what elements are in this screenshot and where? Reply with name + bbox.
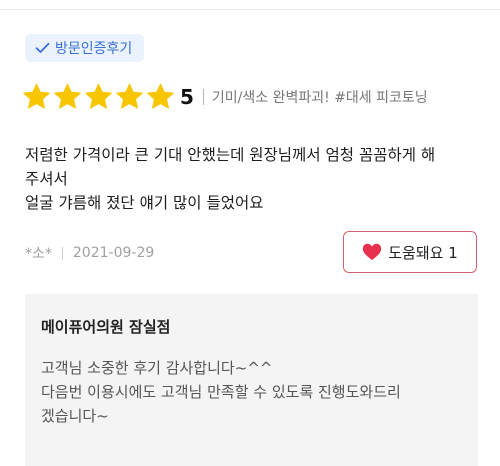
- rating-divider: [202, 89, 204, 105]
- top-divider: [0, 9, 500, 10]
- reply-text-line: 고객님 소중한 후기 감사합니다~^^: [41, 359, 273, 377]
- check-icon: [35, 42, 50, 54]
- treatment-name[interactable]: 기미/색소 완벽파괴! #대세 피코토닝: [212, 87, 428, 107]
- heart-icon: [362, 243, 382, 261]
- visit-badge-label: 방문인증후기: [55, 41, 133, 57]
- star-icon: [146, 83, 175, 111]
- review-date: 2021-09-29: [72, 245, 155, 261]
- reply-text-line: 겠습니다~: [41, 407, 109, 425]
- visit-verified-badge: 방문인증후기: [25, 34, 145, 62]
- review-text-line: 얼굴 갸름해 졌단 얘기 많이 들었어요: [25, 194, 264, 212]
- review-author: *소*: [25, 246, 52, 262]
- helpful-button[interactable]: 도움돼요 1: [343, 231, 477, 273]
- reply-clinic-name: 메이퓨어의원 잠실점: [41, 318, 171, 336]
- star-icon: [84, 83, 113, 111]
- star-icon: [115, 83, 144, 111]
- rating-row: 5 기미/색소 완벽파괴! #대세 피코토닝: [22, 82, 428, 112]
- reply-text: 고객님 소중한 후기 감사합니다~^^ 다음번 이용시에도 고객님 만족할 수 있…: [41, 356, 462, 428]
- star-rating: [22, 83, 175, 111]
- star-icon: [22, 83, 51, 111]
- review-text-line: 저렴한 가격이라 큰 기대 안했는데 원장님께서 엄청 꼼꼼하게 해: [25, 146, 436, 164]
- review-text: 저렴한 가격이라 큰 기대 안했는데 원장님께서 엄청 꼼꼼하게 해주셔서얼굴 …: [25, 143, 480, 215]
- review-meta: *소* 2021-09-29: [25, 242, 154, 264]
- clinic-reply: 메이퓨어의원 잠실점 고객님 소중한 후기 감사합니다~^^ 다음번 이용시에도 …: [25, 294, 478, 466]
- meta-divider: [61, 246, 63, 260]
- reply-text-line: 다음번 이용시에도 고객님 만족할 수 있도록 진행도와드리: [41, 383, 401, 401]
- star-icon: [53, 83, 82, 111]
- rating-score: 5: [180, 85, 194, 109]
- helpful-button-label: 도움돼요 1: [388, 243, 458, 262]
- review-card: 방문인증후기 5 기미/색소 완벽파괴! #대세 피코토닝 저렴한 가격이라 큰…: [0, 0, 500, 466]
- review-text-line: 주셔서: [25, 170, 68, 188]
